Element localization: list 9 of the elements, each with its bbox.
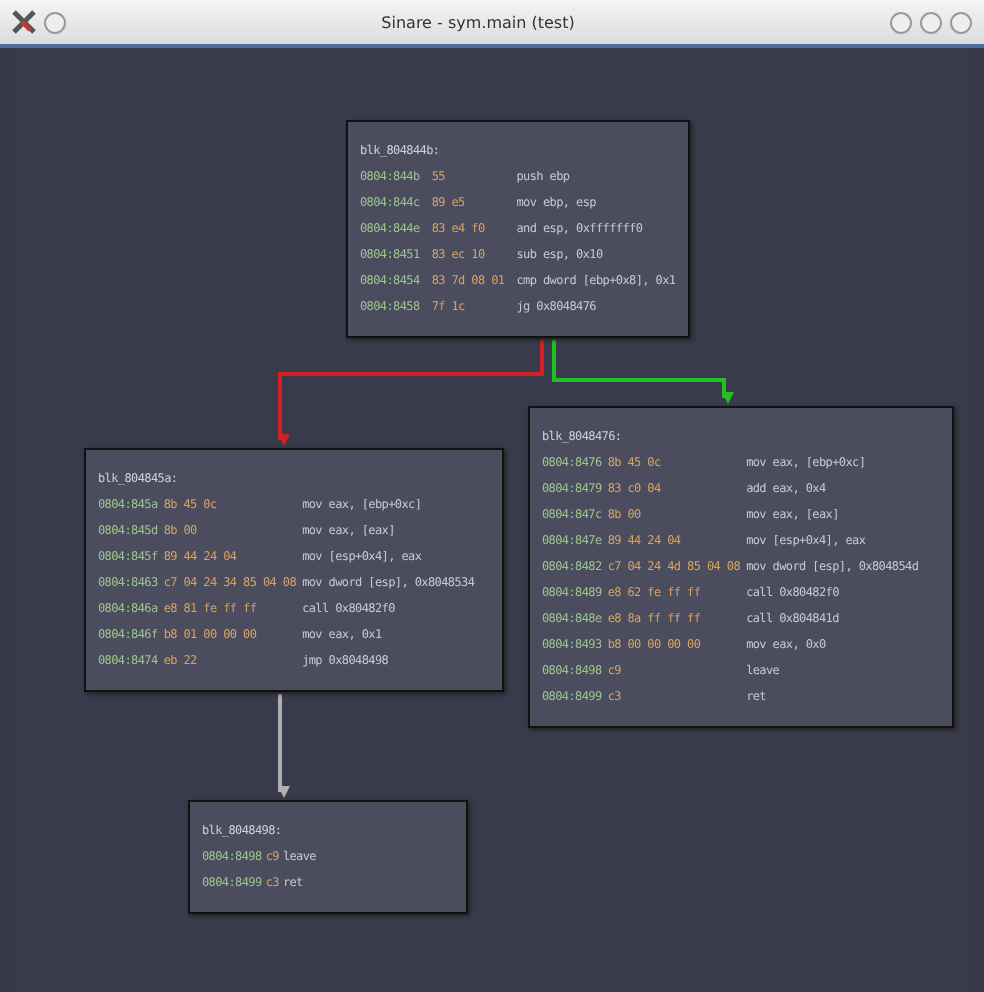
code-block[interactable]	[84, 448, 504, 692]
code-block[interactable]	[528, 406, 954, 728]
minimize-button[interactable]	[920, 11, 942, 33]
window-menu-button[interactable]	[44, 11, 66, 33]
window-title: Sinare - sym.main (test)	[379, 13, 577, 31]
code-block[interactable]	[346, 120, 690, 338]
help-button[interactable]	[890, 11, 912, 33]
app-logo-icon	[12, 10, 36, 34]
maximize-button[interactable]	[950, 11, 972, 33]
